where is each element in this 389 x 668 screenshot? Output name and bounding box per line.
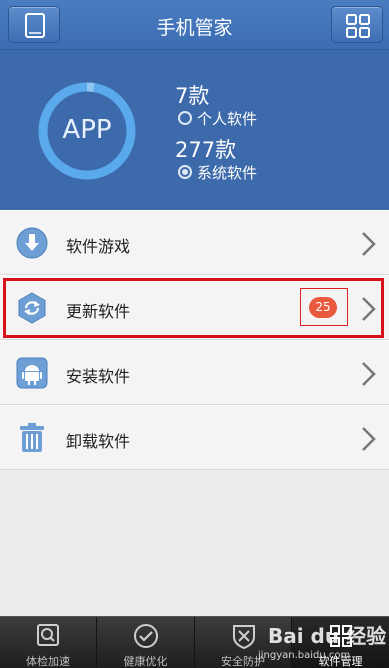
tab-label: 健康优化 <box>123 655 168 668</box>
grid-button[interactable] <box>331 6 383 43</box>
menu-item-install-software[interactable]: 安装软件 <box>0 340 389 405</box>
system-count: 277款 <box>175 138 237 162</box>
watermark-brand: Bai du 经验 <box>268 624 387 648</box>
shield-icon <box>233 625 255 649</box>
scan-icon <box>37 624 59 646</box>
system-label: 系统软件 <box>197 164 258 182</box>
highlight-box <box>3 278 384 338</box>
title-bar: 手机管家 <box>0 0 389 50</box>
chevron-right-icon <box>362 232 376 256</box>
chevron-right-icon <box>362 427 376 451</box>
tab-label: 体检加速 <box>26 655 70 668</box>
menu-item-label: 安装软件 <box>66 367 131 386</box>
personal-label: 个人软件 <box>197 110 258 128</box>
tab-health[interactable]: 健康优化 <box>97 617 195 668</box>
grid-icon <box>346 14 370 38</box>
menu-item-uninstall-software[interactable]: 卸载软件 <box>0 405 389 470</box>
tab-checkup[interactable]: 体检加速 <box>0 617 97 668</box>
download-icon <box>16 227 48 259</box>
chevron-right-icon <box>362 362 376 386</box>
personal-count: 7款 <box>175 84 210 108</box>
check-circle-icon <box>134 624 158 648</box>
watermark-url: jingyan.baidu.com <box>258 650 351 661</box>
menu-item-label: 软件游戏 <box>66 237 131 256</box>
ring-label: APP <box>62 115 112 145</box>
menu-item-label: 卸载软件 <box>66 432 131 451</box>
trash-icon <box>20 423 44 452</box>
system-radio[interactable] <box>178 165 192 179</box>
personal-radio[interactable] <box>178 111 192 125</box>
android-icon <box>16 357 48 389</box>
menu-item-software-games[interactable]: 软件游戏 <box>0 210 389 275</box>
